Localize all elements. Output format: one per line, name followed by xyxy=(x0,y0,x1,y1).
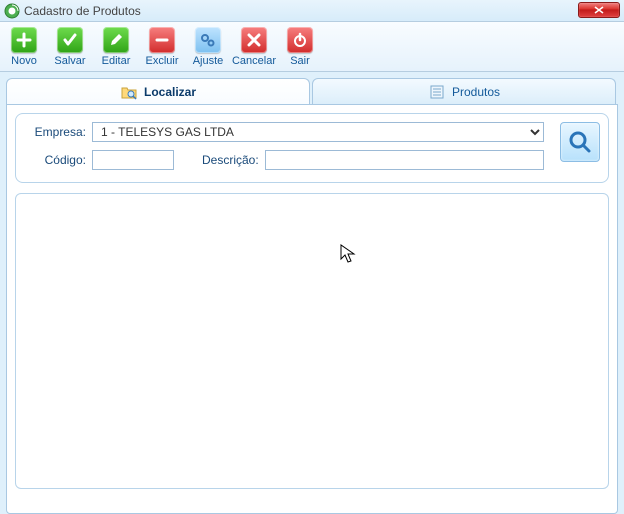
x-icon xyxy=(241,27,267,53)
editar-label: Editar xyxy=(102,55,131,67)
novo-button[interactable]: Novo xyxy=(2,24,46,69)
tab-produtos[interactable]: Produtos xyxy=(312,78,616,104)
empresa-label: Empresa: xyxy=(26,125,92,139)
cancelar-button[interactable]: Cancelar xyxy=(232,24,276,69)
descricao-input[interactable] xyxy=(265,150,544,170)
excluir-button[interactable]: Excluir xyxy=(140,24,184,69)
window-close-button[interactable] xyxy=(578,2,620,18)
editar-button[interactable]: Editar xyxy=(94,24,138,69)
descricao-label: Descrição: xyxy=(202,153,265,167)
plus-icon xyxy=(11,27,37,53)
ajuste-button[interactable]: Ajuste xyxy=(186,24,230,69)
results-panel xyxy=(15,193,609,489)
search-button[interactable] xyxy=(560,122,600,162)
novo-label: Novo xyxy=(11,55,37,67)
tab-strip: Localizar Produtos xyxy=(6,78,618,104)
title-bar: Cadastro de Produtos xyxy=(0,0,624,22)
power-icon xyxy=(287,27,313,53)
cancelar-label: Cancelar xyxy=(232,55,276,67)
search-folder-icon xyxy=(120,83,138,101)
tab-produtos-label: Produtos xyxy=(452,85,500,99)
sair-button[interactable]: Sair xyxy=(278,24,322,69)
codigo-label: Código: xyxy=(26,153,92,167)
tab-localizar-label: Localizar xyxy=(144,85,196,99)
search-panel: Empresa: 1 - TELESYS GAS LTDA Código: De… xyxy=(15,113,609,183)
salvar-label: Salvar xyxy=(54,55,85,67)
minus-icon xyxy=(149,27,175,53)
tab-body-localizar: Empresa: 1 - TELESYS GAS LTDA Código: De… xyxy=(6,104,618,514)
check-icon xyxy=(57,27,83,53)
pencil-icon xyxy=(103,27,129,53)
main-toolbar: Novo Salvar Editar Excluir Ajuste Cancel xyxy=(0,22,624,72)
sair-label: Sair xyxy=(290,55,310,67)
magnifier-icon xyxy=(567,129,593,155)
codigo-input[interactable] xyxy=(92,150,174,170)
gears-icon xyxy=(195,27,221,53)
window-title: Cadastro de Produtos xyxy=(24,4,141,18)
products-list-icon xyxy=(428,83,446,101)
ajuste-label: Ajuste xyxy=(193,55,224,67)
empresa-select[interactable]: 1 - TELESYS GAS LTDA xyxy=(92,122,544,142)
excluir-label: Excluir xyxy=(145,55,178,67)
app-icon xyxy=(4,3,20,19)
tab-localizar[interactable]: Localizar xyxy=(6,78,310,104)
salvar-button[interactable]: Salvar xyxy=(48,24,92,69)
